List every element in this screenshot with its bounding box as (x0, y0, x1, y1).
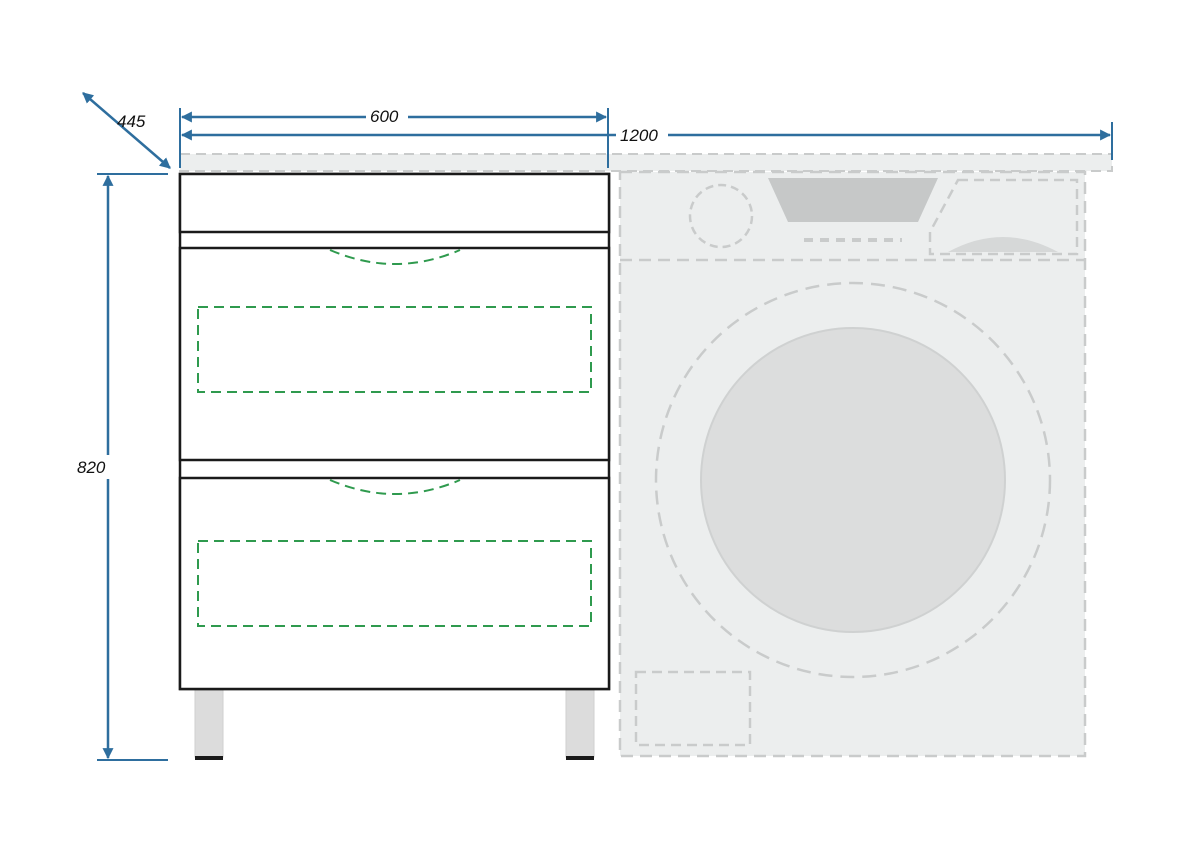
drawer-lower (178, 476, 611, 691)
washer-display (768, 178, 938, 222)
cabinet-leg-left-foot (195, 756, 223, 760)
height-label: 820 (77, 458, 106, 477)
washer-drum (700, 327, 1006, 633)
cabinet-leg-left (194, 689, 224, 758)
cabinet-leg-right-foot (566, 756, 594, 760)
width-1200-label: 1200 (620, 126, 658, 145)
cabinet-drawing: 445 600 1200 820 (76, 92, 1113, 761)
drawer-upper (178, 246, 611, 462)
countertop (179, 153, 1113, 172)
cabinet (178, 172, 611, 760)
depth-label: 445 (117, 112, 146, 131)
washing-machine (618, 170, 1087, 758)
cabinet-top-panel (178, 172, 611, 234)
cabinet-leg-right (565, 689, 595, 758)
width-600-label: 600 (370, 107, 399, 126)
